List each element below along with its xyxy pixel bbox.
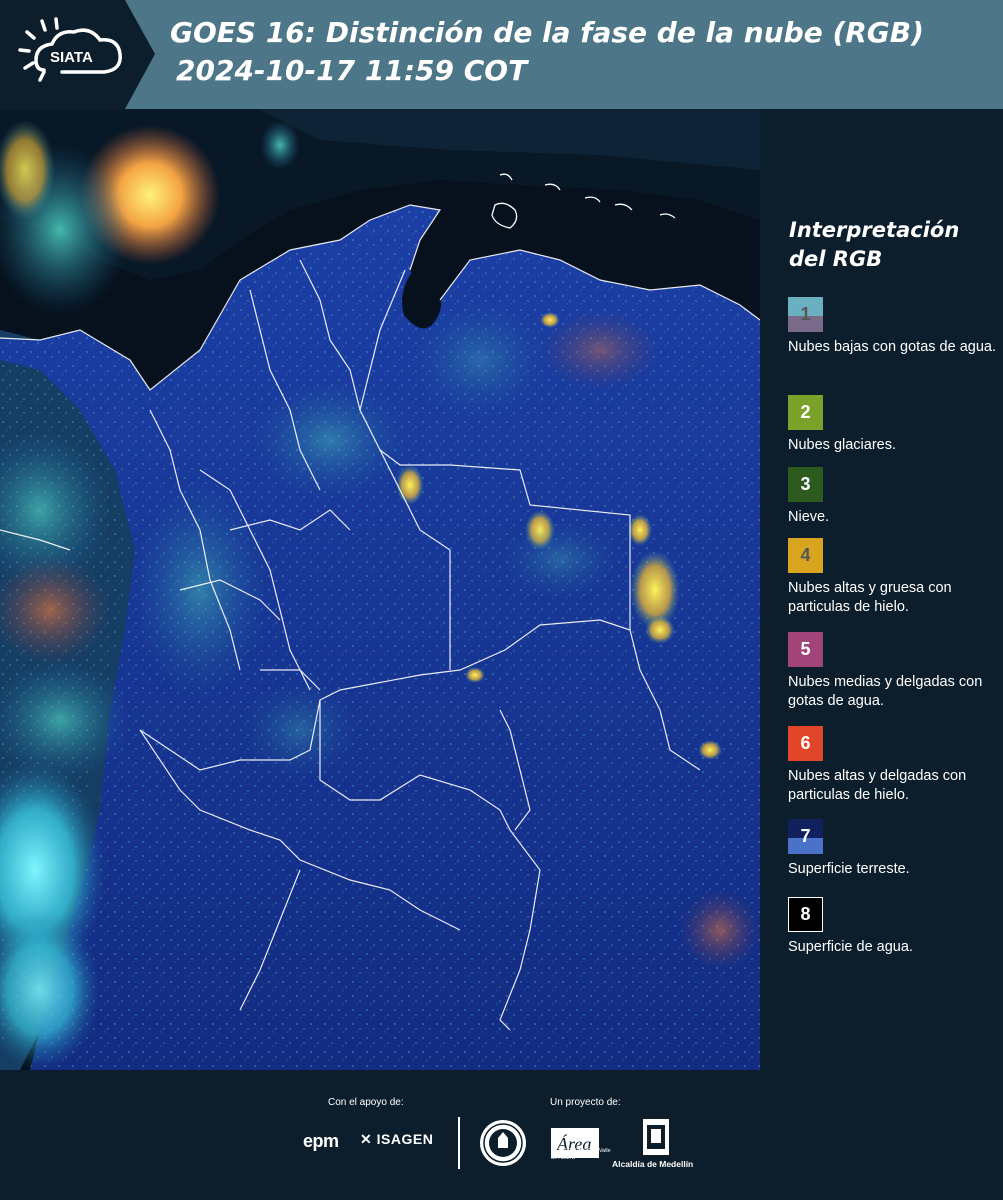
legend-swatch-2: 2 <box>788 395 823 430</box>
title-line-2: 2024-10-17 11:59 COT <box>176 54 528 87</box>
legend-number-8: 8 <box>800 904 811 924</box>
isagen-label: ISAGEN <box>376 1131 434 1147</box>
page-title: GOES 16: Distinción de la fase de la nub… <box>170 14 924 90</box>
isagen-logo: ✕ ISAGEN <box>360 1131 433 1148</box>
legend-item-1: 1 Nubes bajas con gotas de agua. <box>788 297 1003 357</box>
legend-number-1: 1 <box>800 304 811 324</box>
legend-number-4: 4 <box>800 545 811 565</box>
alcaldia-crest-icon <box>643 1119 669 1155</box>
title-line-1: GOES 16: Distinción de la fase de la nub… <box>170 16 924 49</box>
legend-label-8: Superficie de agua. <box>788 939 913 955</box>
legend-number-2: 2 <box>800 402 811 422</box>
satellite-map <box>0 110 760 1070</box>
legend-item-2: 2 Nubes glaciares. <box>788 395 1003 455</box>
isagen-icon: ✕ <box>360 1131 373 1147</box>
epm-logo: epm <box>303 1131 339 1151</box>
support-label: Con el apoyo de: <box>328 1097 404 1108</box>
government-seal-icon <box>480 1120 526 1166</box>
legend-title-line-2: del RGB <box>789 247 883 271</box>
siata-logo: SIATA <box>0 0 160 109</box>
legend-number-3: 3 <box>800 474 811 494</box>
legend-number-7: 7 <box>800 826 811 846</box>
legend-item-3: 3 Nieve. <box>788 467 1003 527</box>
legend-label-6: Nubes altas y delgadas con particulas de… <box>788 768 967 803</box>
legend-item-7: 7 Superficie terreste. <box>788 819 1003 879</box>
legend-label-1: Nubes bajas con gotas de agua. <box>788 339 996 355</box>
legend-title-line-1: Interpretación <box>789 218 960 242</box>
legend-item-6: 6 Nubes altas y delgadas con particulas d… <box>788 726 1003 805</box>
legend-swatch-1: 1 <box>788 297 823 332</box>
legend-number-6: 6 <box>800 733 811 753</box>
legend-swatch-4: 4 <box>788 538 823 573</box>
legend-swatch-7: 7 <box>788 819 823 854</box>
footer: Con el apoyo de: Un proyecto de: epm ✕ I… <box>0 1070 1003 1200</box>
legend-label-3: Nieve. <box>788 509 830 525</box>
legend-number-5: 5 <box>800 639 811 659</box>
siata-logo-text: SIATA <box>50 49 93 66</box>
legend-swatch-5: 5 <box>788 632 823 667</box>
area-subtitle: METROPOLITANA Valle de Aburrá <box>551 1148 611 1161</box>
header-bar: SIATA GOES 16: Distinción de la fase de … <box>0 0 1003 109</box>
legend-title: Interpretación del RGB <box>789 216 959 274</box>
legend-panel: Interpretación del RGB 1 Nubes bajas con … <box>772 110 1003 1070</box>
legend-label-7: Superficie terreste. <box>788 861 910 877</box>
footer-divider <box>458 1117 460 1169</box>
legend-item-8: 8 Superficie de agua. <box>788 897 1003 957</box>
legend-item-5: 5 Nubes medias y delgadas con gotas de ag… <box>788 632 1003 711</box>
legend-swatch-8: 8 <box>788 897 823 932</box>
legend-label-4: Nubes altas y gruesa con particulas de h… <box>788 580 952 615</box>
legend-swatch-3: 3 <box>788 467 823 502</box>
project-label: Un proyecto de: <box>550 1097 621 1108</box>
legend-label-2: Nubes glaciares. <box>788 437 896 453</box>
legend-swatch-6: 6 <box>788 726 823 761</box>
legend-item-4: 4 Nubes altas y gruesa con particulas de … <box>788 538 1003 617</box>
legend-label-5: Nubes medias y delgadas con gotas de agu… <box>788 674 983 709</box>
alcaldia-label: Alcaldía de Medellín <box>612 1159 694 1169</box>
